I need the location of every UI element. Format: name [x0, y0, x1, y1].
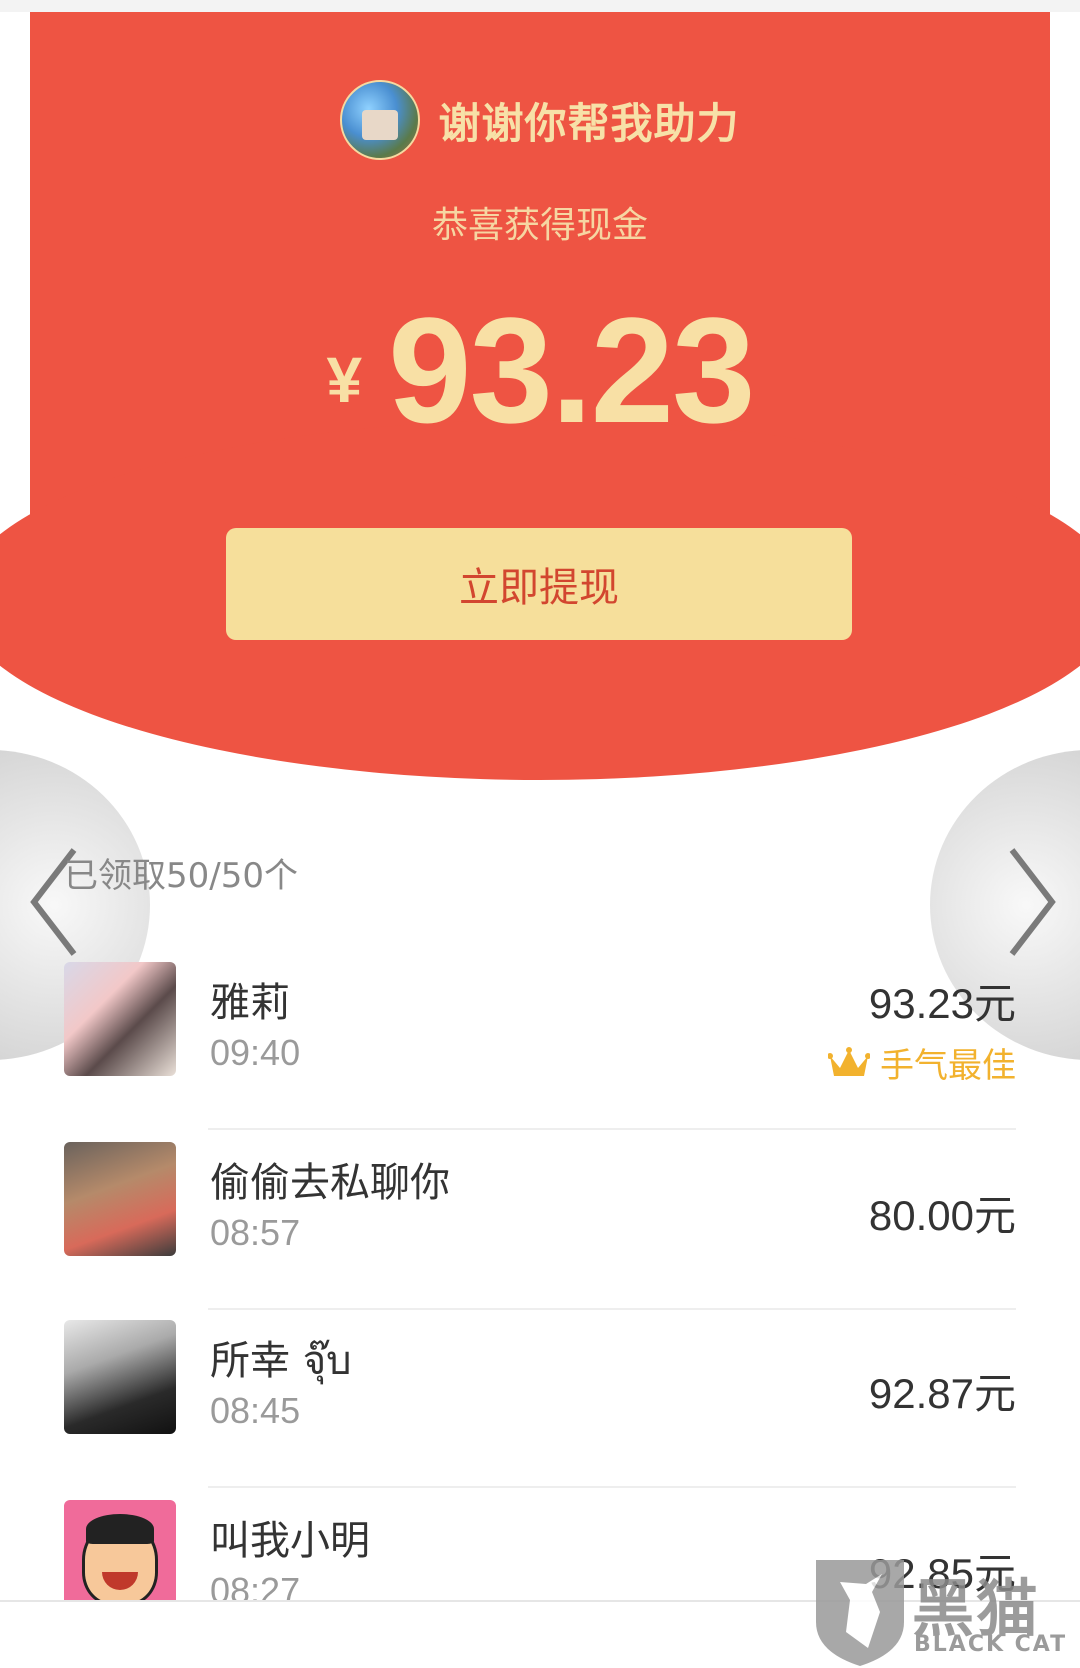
amount-display: ¥ 93.23: [0, 286, 1080, 454]
crown-icon: [828, 1046, 870, 1076]
recipient-time: 08:45: [210, 1390, 301, 1431]
avatar: [64, 962, 176, 1076]
list-item[interactable]: 雅莉 09:40 93.23元 手气最佳: [0, 950, 1080, 1130]
withdraw-button[interactable]: 立即提现: [226, 528, 852, 640]
amount-value: 93.23: [388, 285, 755, 454]
watermark-subtitle: BLACK CAT: [914, 1632, 1068, 1657]
recipient-amount: 92.87元: [868, 1370, 1016, 1417]
recipient-name: 偷偷去私聊你: [210, 1160, 450, 1206]
best-luck-label: 手气最佳: [880, 1046, 1016, 1086]
list-item[interactable]: 所幸 จุ๊บ 08:45 92.87元: [0, 1308, 1080, 1488]
red-packet-page: 谢谢你帮我助力 恭喜获得现金 ¥ 93.23 立即提现 已领取50/50个 雅莉…: [0, 0, 1080, 1668]
avatar: [64, 1320, 176, 1434]
recipient-name: 雅莉: [210, 980, 290, 1026]
cartoon-hair: [86, 1514, 154, 1544]
claimed-count: 已领取50/50个: [64, 856, 298, 896]
recipient-amount: 93.23元: [868, 980, 1016, 1027]
sender-avatar[interactable]: [340, 80, 421, 160]
avatar: [64, 1142, 176, 1256]
list-item[interactable]: 偷偷去私聊你 08:57 80.00元: [0, 1130, 1080, 1310]
recipient-name: 叫我小明: [210, 1518, 370, 1564]
top-band: [0, 0, 1080, 12]
watermark: 黑猫 BLACK CAT: [810, 1552, 1080, 1668]
sender-title: 谢谢你帮我助力: [438, 98, 740, 148]
avatar: [64, 1500, 176, 1614]
recipient-time: 08:57: [210, 1212, 301, 1253]
currency-symbol: ¥: [326, 344, 363, 416]
sender-header: 谢谢你帮我助力: [0, 80, 1080, 160]
black-cat-shield-icon: [816, 1560, 904, 1666]
recipient-time: 09:40: [210, 1032, 301, 1073]
recipient-amount: 80.00元: [868, 1192, 1016, 1239]
recipient-name: 所幸 จุ๊บ: [210, 1338, 352, 1384]
chevron-right-icon[interactable]: [1000, 842, 1060, 962]
congrats-text: 恭喜获得现金: [431, 205, 648, 246]
best-luck-badge: 手气最佳: [828, 1038, 1016, 1087]
